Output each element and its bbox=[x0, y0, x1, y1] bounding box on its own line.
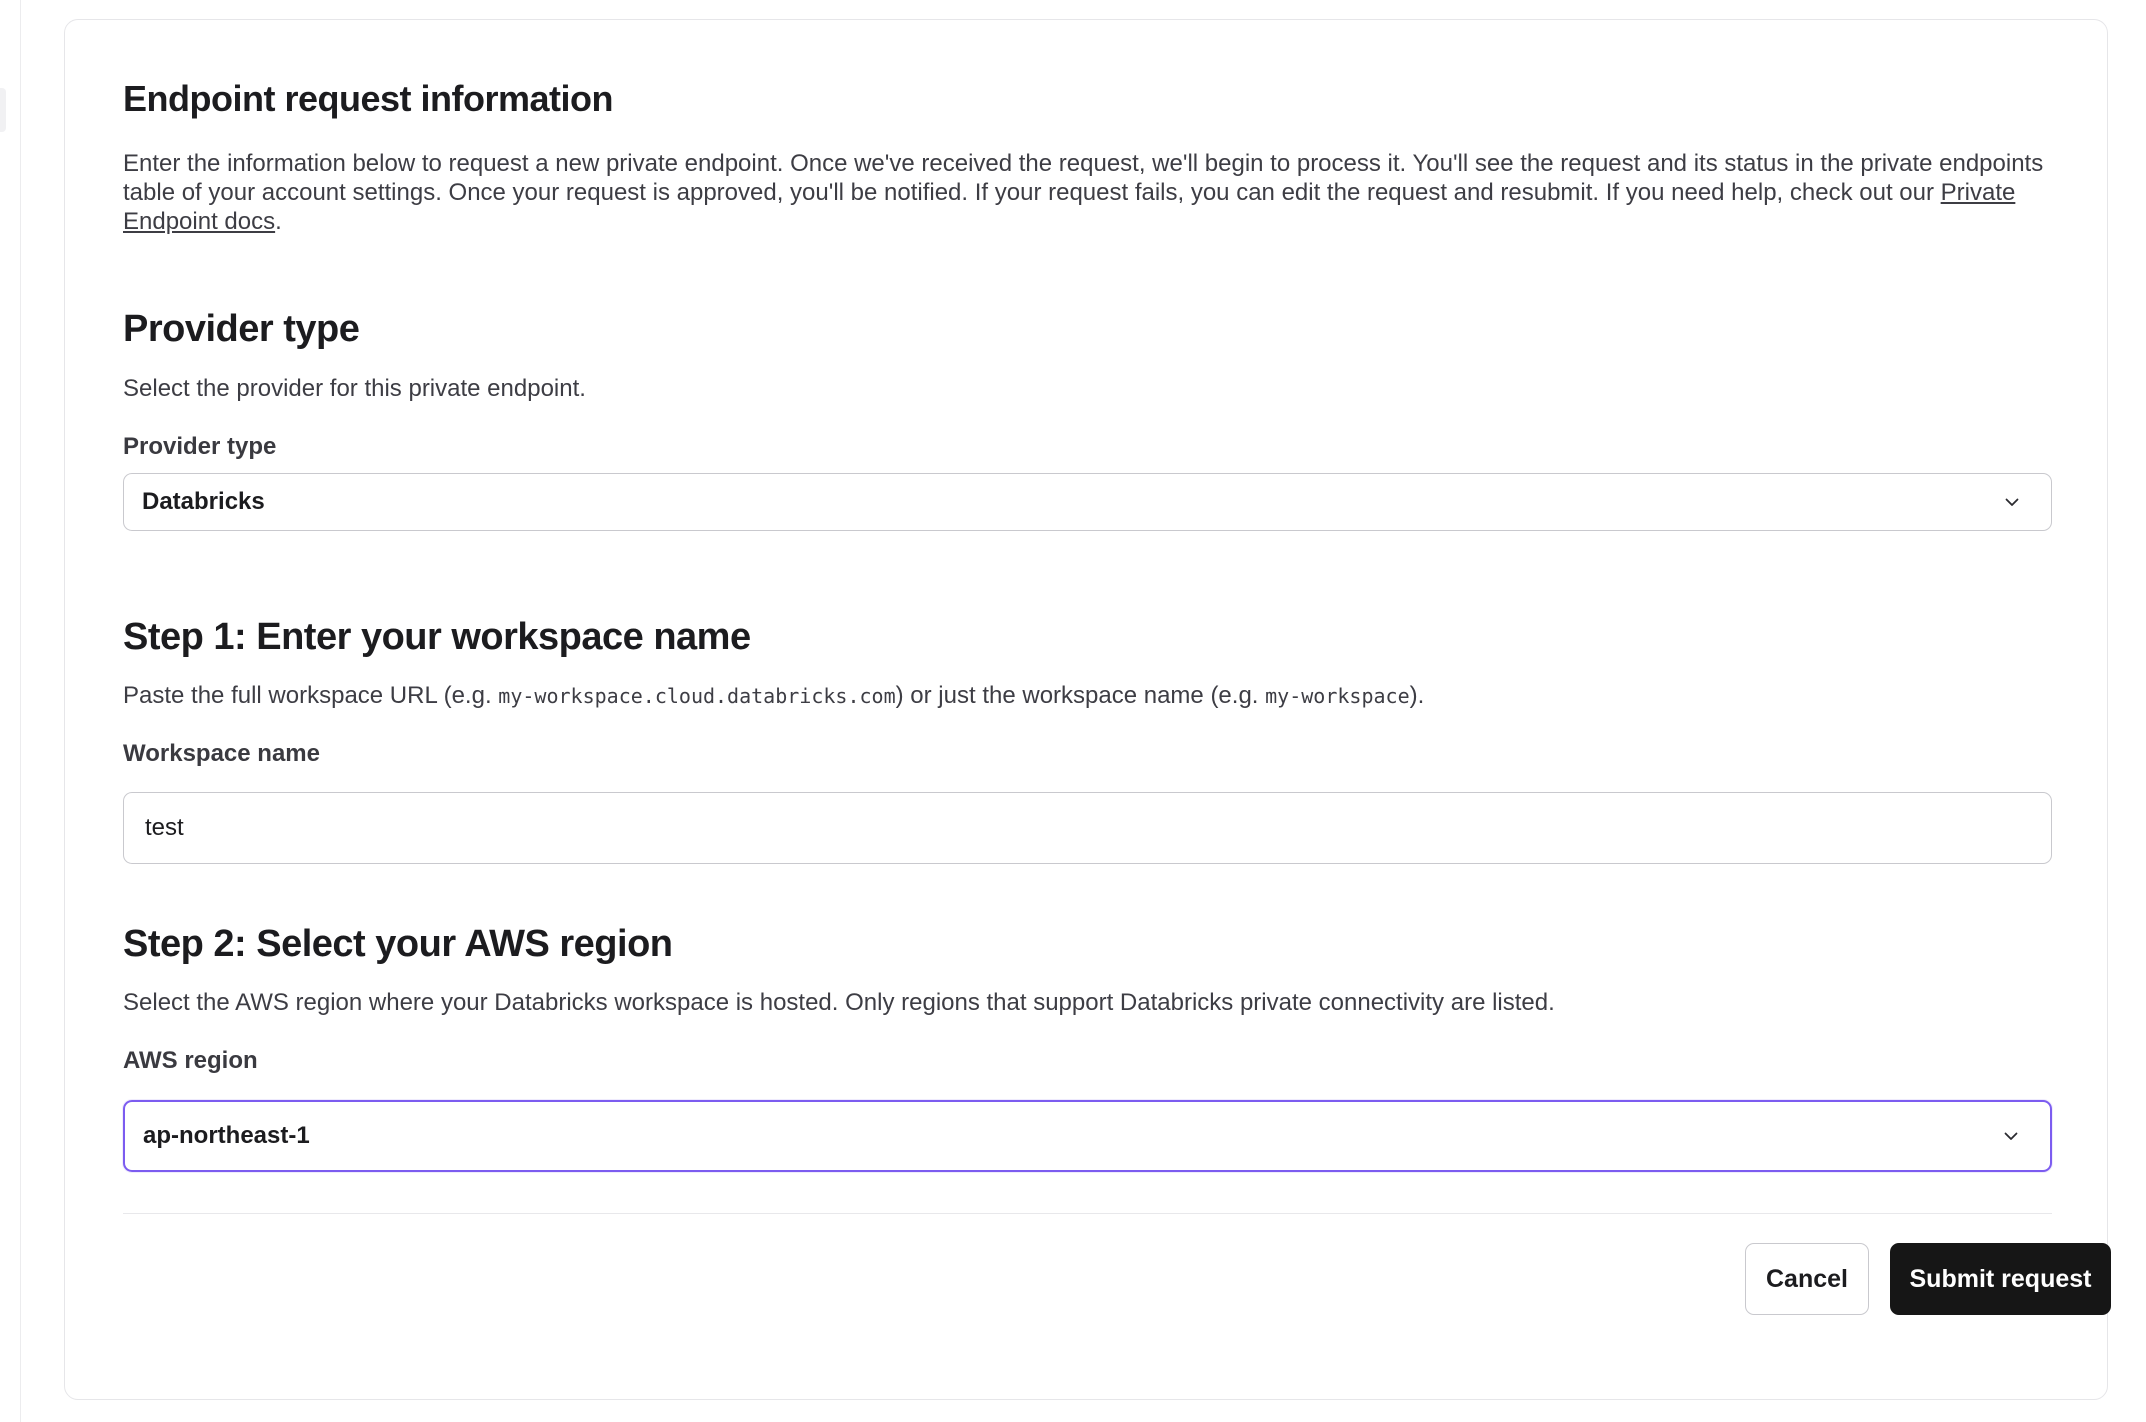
workspace-name-heading: Step 1: Enter your workspace name bbox=[123, 616, 751, 658]
example-workspace-name: my-workspace bbox=[1265, 684, 1410, 708]
page-title: Endpoint request information bbox=[123, 78, 613, 119]
chevron-down-icon bbox=[2002, 1127, 2020, 1145]
workspace-name-label: Workspace name bbox=[123, 740, 320, 767]
workspace-desc-part1: Paste the full workspace URL (e.g. bbox=[123, 682, 499, 709]
provider-type-select[interactable]: Databricks bbox=[123, 473, 2052, 531]
cancel-button[interactable]: Cancel bbox=[1745, 1243, 1869, 1315]
example-workspace-url: my-workspace.cloud.databricks.com bbox=[498, 684, 896, 708]
workspace-name-description: Paste the full workspace URL (e.g. my-wo… bbox=[123, 682, 1424, 710]
endpoint-request-card: Endpoint request information Enter the i… bbox=[64, 19, 2111, 1400]
intro-text: Enter the information below to request a… bbox=[123, 149, 2052, 236]
aws-region-heading: Step 2: Select your AWS region bbox=[123, 923, 673, 965]
rail-tab-indicator bbox=[0, 88, 6, 132]
workspace-desc-part3: ). bbox=[1409, 682, 1425, 709]
chevron-down-icon bbox=[2003, 493, 2021, 511]
submit-request-button[interactable]: Submit request bbox=[1890, 1243, 2111, 1315]
intro-text-body: Enter the information below to request a… bbox=[123, 150, 2044, 206]
aws-region-select[interactable]: ap-northeast-1 bbox=[123, 1100, 2052, 1172]
aws-region-label: AWS region bbox=[123, 1047, 258, 1074]
provider-type-label: Provider type bbox=[123, 433, 277, 460]
provider-type-heading: Provider type bbox=[123, 308, 360, 350]
workspace-name-input[interactable] bbox=[123, 792, 2052, 864]
workspace-desc-part2: ) or just the workspace name (e.g. bbox=[895, 682, 1266, 709]
aws-region-value: ap-northeast-1 bbox=[143, 1122, 310, 1149]
footer-divider bbox=[123, 1213, 2052, 1214]
provider-type-value: Databricks bbox=[142, 488, 265, 515]
left-rail bbox=[0, 0, 21, 1422]
intro-text-end: . bbox=[275, 208, 282, 235]
aws-region-description: Select the AWS region where your Databri… bbox=[123, 989, 1555, 1016]
provider-type-description: Select the provider for this private end… bbox=[123, 375, 586, 402]
